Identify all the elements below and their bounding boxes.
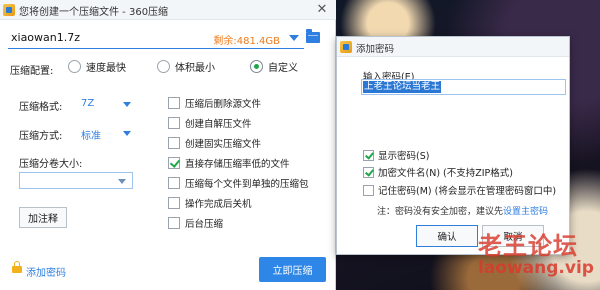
option-separate-archives[interactable]: 压缩每个文件到单独的压缩包 bbox=[168, 176, 309, 190]
radio-label: 速度最快 bbox=[86, 63, 126, 74]
volume-size-select[interactable] bbox=[19, 172, 133, 189]
option-label: 压缩后删除源文件 bbox=[185, 99, 262, 110]
method-label: 压缩方式: bbox=[19, 131, 63, 142]
checkbox-checked-icon bbox=[363, 149, 374, 161]
radio-custom[interactable]: 自定义 bbox=[250, 59, 298, 74]
method-select[interactable]: 标准 bbox=[81, 127, 101, 142]
checkbox-icon bbox=[168, 97, 180, 109]
option-label: 创建固实压缩文件 bbox=[185, 139, 262, 150]
file-name-input[interactable]: xiaowan1.7z bbox=[11, 31, 80, 44]
compress-window: 您将创建一个压缩文件 - 360压缩 ✕ xiaowan1.7z 剩余:481.… bbox=[0, 0, 336, 290]
chevron-down-icon[interactable] bbox=[118, 179, 126, 184]
chevron-down-icon[interactable] bbox=[289, 35, 299, 41]
checkbox-checked-icon bbox=[168, 157, 180, 169]
option-label: 直接存储压缩率低的文件 bbox=[185, 159, 290, 170]
set-master-password-link[interactable]: 设置主密码 bbox=[503, 207, 548, 217]
close-button[interactable]: ✕ bbox=[314, 1, 330, 18]
encrypt-filenames-checkbox[interactable]: 加密文件名(N) (不支持ZIP格式) bbox=[363, 165, 513, 179]
checkbox-icon bbox=[168, 177, 180, 189]
password-input[interactable]: 上老王论坛当老王 bbox=[361, 79, 566, 95]
app-logo-icon bbox=[3, 4, 15, 16]
checkbox-icon bbox=[168, 117, 180, 129]
dialog-title-bar: 添加密码 bbox=[337, 37, 569, 57]
chevron-down-icon[interactable] bbox=[123, 102, 131, 107]
dialog-title: 添加密码 bbox=[356, 44, 395, 55]
watermark-title: 老王论坛 bbox=[478, 231, 578, 260]
remember-password-checkbox[interactable]: 记住密码(M) (将会显示在管理密码窗口中) bbox=[363, 183, 556, 197]
watermark-url: laowang.vip bbox=[478, 258, 594, 278]
format-label: 压缩格式: bbox=[19, 102, 63, 113]
option-solid-archive[interactable]: 创建固实压缩文件 bbox=[168, 136, 261, 150]
note-text: 注：密码没有安全加密，建议先 bbox=[377, 207, 504, 217]
radio-label: 体积最小 bbox=[175, 63, 215, 74]
radio-selected-icon bbox=[250, 60, 263, 73]
folder-icon[interactable] bbox=[306, 29, 320, 43]
free-space-label: 剩余:481.4GB bbox=[213, 36, 280, 47]
window-title-bar: 您将创建一个压缩文件 - 360压缩 ✕ bbox=[0, 0, 336, 20]
add-comment-button[interactable]: 加注释 bbox=[19, 207, 67, 228]
confirm-button[interactable]: 确认 bbox=[416, 225, 478, 247]
add-password-link[interactable]: 添加密码 bbox=[26, 264, 66, 279]
option-shutdown-after[interactable]: 操作完成后关机 bbox=[168, 196, 252, 210]
password-value: 上老王论坛当老王 bbox=[363, 81, 442, 93]
checkbox-icon bbox=[363, 184, 374, 196]
radio-speed-fastest[interactable]: 速度最快 bbox=[68, 59, 126, 74]
option-label: 创建自解压文件 bbox=[185, 119, 252, 130]
config-label: 压缩配置: bbox=[10, 66, 54, 77]
volume-label: 压缩分卷大小: bbox=[19, 159, 83, 170]
format-select[interactable]: 7Z bbox=[81, 98, 94, 109]
option-label: 后台压缩 bbox=[185, 219, 224, 230]
checkbox-icon bbox=[168, 197, 180, 209]
chevron-down-icon[interactable] bbox=[123, 131, 131, 136]
radio-circle-icon bbox=[68, 60, 81, 73]
radio-size-smallest[interactable]: 体积最小 bbox=[157, 59, 215, 74]
output-file-field[interactable]: xiaowan1.7z 剩余:481.4GB bbox=[8, 27, 304, 49]
lock-icon bbox=[12, 261, 22, 273]
radio-circle-icon bbox=[157, 60, 170, 73]
radio-label: 自定义 bbox=[268, 63, 298, 74]
app-logo-icon bbox=[340, 41, 352, 53]
option-label: 加密文件名(N) (不支持ZIP格式) bbox=[378, 168, 513, 179]
option-label: 操作完成后关机 bbox=[185, 199, 252, 210]
checkbox-checked-icon bbox=[363, 166, 374, 178]
option-label: 记住密码(M) (将会显示在管理密码窗口中) bbox=[378, 186, 557, 197]
option-delete-source[interactable]: 压缩后删除源文件 bbox=[168, 96, 261, 110]
option-store-low-ratio[interactable]: 直接存储压缩率低的文件 bbox=[168, 156, 290, 170]
option-self-extracting[interactable]: 创建自解压文件 bbox=[168, 116, 252, 130]
option-label: 显示密码(S) bbox=[378, 151, 430, 162]
option-background[interactable]: 后台压缩 bbox=[168, 216, 223, 230]
add-password-dialog: 添加密码 输入密码(E) 上老王论坛当老王 显示密码(S) 加密文件名(N) (… bbox=[336, 36, 570, 255]
checkbox-icon bbox=[168, 217, 180, 229]
window-title: 您将创建一个压缩文件 - 360压缩 bbox=[19, 7, 169, 18]
checkbox-icon bbox=[168, 137, 180, 149]
option-label: 压缩每个文件到单独的压缩包 bbox=[185, 179, 309, 190]
show-password-checkbox[interactable]: 显示密码(S) bbox=[363, 148, 429, 162]
security-note: 注：密码没有安全加密，建议先设置主密码 bbox=[377, 204, 548, 217]
compress-now-button[interactable]: 立即压缩 bbox=[259, 257, 326, 282]
